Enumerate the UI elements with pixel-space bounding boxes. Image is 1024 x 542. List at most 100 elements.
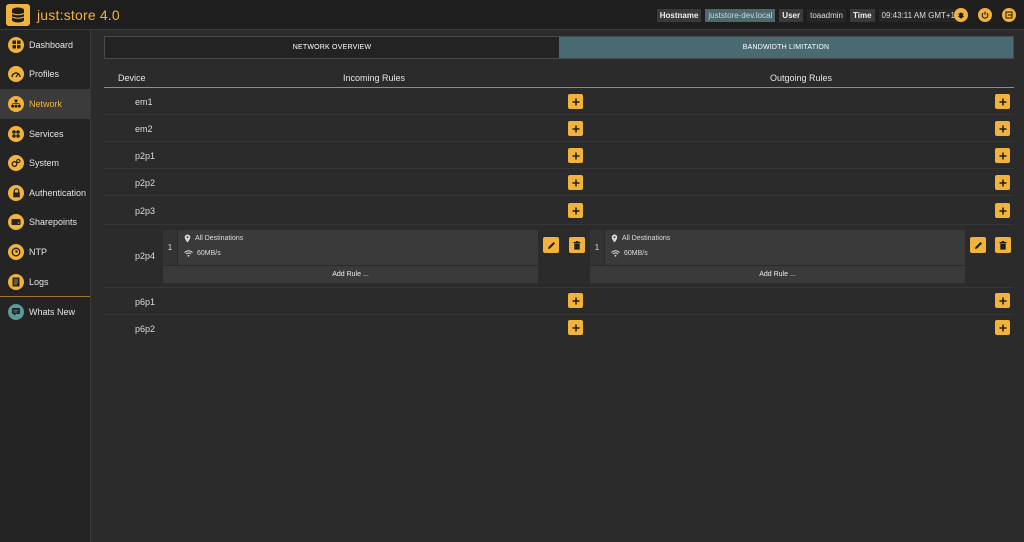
gears-icon [8, 155, 24, 172]
power-icon[interactable] [978, 8, 992, 22]
table-header: Device Incoming Rules Outgoing Rules [104, 70, 1014, 88]
services-icon [8, 125, 24, 142]
dashboard-icon [8, 36, 24, 53]
chat-icon [8, 304, 24, 321]
add-outgoing-rule-button[interactable]: Add Rule ... [590, 266, 965, 283]
sidebar-item-system[interactable]: System [0, 148, 90, 178]
add-outgoing-rule-button[interactable] [995, 148, 1010, 163]
add-incoming-rule-button[interactable] [568, 203, 583, 218]
wifi-icon [184, 250, 193, 257]
sidebar-item-label: Whats New [29, 307, 76, 318]
table-row: p2p1 [104, 142, 1014, 169]
add-incoming-rule-button[interactable] [568, 320, 583, 335]
location-pin-icon [184, 234, 191, 243]
delete-incoming-rule-button[interactable] [569, 237, 585, 253]
sidebar-item-services[interactable]: Services [0, 119, 90, 149]
time-label: Time [850, 9, 875, 22]
main-content: NETWORK OVERVIEW BANDWIDTH LIMITATION De… [91, 30, 1024, 542]
device-name: p6p1 [135, 297, 156, 307]
delete-outgoing-rule-button[interactable] [995, 237, 1011, 253]
sidebar-item-label: Services [29, 128, 64, 139]
clock-icon [8, 243, 24, 260]
device-name: p2p3 [135, 206, 156, 216]
sidebar-item-whats-new[interactable]: Whats New [0, 297, 90, 327]
sidebar-item-label: System [29, 158, 60, 169]
app-version: 4.0 [99, 7, 120, 23]
table-row-expanded: p2p4 1 All Destinations 60MB/s Add Rule … [104, 225, 1014, 288]
app-logo-icon [6, 4, 30, 26]
rule-rate: 60MB/s [611, 250, 648, 257]
add-outgoing-rule-button[interactable] [995, 121, 1010, 136]
add-incoming-rule-button[interactable] [568, 121, 583, 136]
hostname-value: juststore-dev.local [705, 9, 776, 22]
sidebar-item-label: Sharepoints [29, 217, 78, 228]
sidebar: Dashboard Profiles Network Services Syst… [0, 30, 91, 542]
drive-icon [8, 214, 24, 231]
edit-incoming-rule-button[interactable] [543, 237, 559, 253]
add-incoming-rule-button[interactable] [568, 175, 583, 190]
brand-name: store [63, 7, 96, 23]
edit-outgoing-rule-button[interactable] [970, 237, 986, 253]
network-icon [8, 95, 24, 112]
bug-icon[interactable] [954, 8, 968, 22]
table-row: p6p2 [104, 315, 1014, 342]
add-outgoing-rule-button[interactable] [995, 293, 1010, 308]
sidebar-item-label: Authentication [29, 187, 87, 198]
sidebar-item-label: Network [29, 98, 63, 109]
add-outgoing-rule-button[interactable] [995, 175, 1010, 190]
column-header-device: Device [118, 73, 146, 83]
trash-icon [999, 240, 1007, 250]
tab-bandwidth-limitation[interactable]: BANDWIDTH LIMITATION [559, 37, 1013, 58]
table-row: em2 [104, 115, 1014, 142]
hostname-label: Hostname [656, 9, 702, 22]
rule-rate-text: 60MB/s [197, 250, 221, 257]
sidebar-item-ntp[interactable]: NTP [0, 237, 90, 267]
logout-icon[interactable] [1002, 8, 1016, 22]
user-value: toaadmin [807, 9, 847, 22]
sidebar-item-dashboard[interactable]: Dashboard [0, 30, 90, 60]
brand-just: just [37, 7, 60, 23]
sidebar-item-label: Logs [29, 276, 49, 287]
sidebar-item-sharepoints[interactable]: Sharepoints [0, 208, 90, 238]
device-name: em1 [135, 97, 153, 107]
sidebar-item-logs[interactable]: Logs [0, 267, 90, 297]
add-incoming-rule-button[interactable]: Add Rule ... [163, 266, 538, 283]
device-name: p2p4 [135, 251, 156, 261]
document-icon [8, 273, 24, 290]
pencil-icon [974, 241, 982, 249]
device-name: em2 [135, 124, 153, 134]
rule-number: 1 [163, 230, 178, 265]
rule-destination-text: All Destinations [622, 235, 671, 242]
tab-bar: NETWORK OVERVIEW BANDWIDTH LIMITATION [104, 36, 1014, 59]
outgoing-rule-item[interactable]: 1 All Destinations 60MB/s [590, 230, 965, 265]
add-incoming-rule-button[interactable] [568, 94, 583, 109]
trash-icon [573, 240, 581, 250]
add-outgoing-rule-button[interactable] [995, 94, 1010, 109]
sidebar-item-authentication[interactable]: Authentication [0, 178, 90, 208]
column-header-outgoing: Outgoing Rules [770, 73, 833, 83]
sidebar-item-label: Profiles [29, 69, 60, 80]
sidebar-item-network[interactable]: Network [0, 89, 90, 119]
rule-destination-text: All Destinations [195, 235, 244, 242]
add-outgoing-rule-button[interactable] [995, 203, 1010, 218]
app-brand: just:store 4.0 [37, 7, 120, 23]
table-row: p2p3 [104, 196, 1014, 225]
incoming-rule-item[interactable]: 1 All Destinations 60MB/s [163, 230, 538, 265]
gauge-icon [8, 66, 24, 83]
rule-number: 1 [590, 230, 605, 265]
location-pin-icon [611, 234, 618, 243]
device-name: p2p1 [135, 151, 156, 161]
top-bar: just:store 4.0 Hostname juststore-dev.loc… [0, 0, 1024, 30]
time-value: 09:43:11 AM GMT+1 [878, 9, 958, 22]
add-outgoing-rule-button[interactable] [995, 320, 1010, 335]
column-header-incoming: Incoming Rules [343, 73, 406, 83]
add-incoming-rule-button[interactable] [568, 293, 583, 308]
device-name: p2p2 [135, 178, 156, 188]
rule-destination: All Destinations [611, 234, 670, 243]
wifi-icon [611, 250, 620, 257]
add-incoming-rule-button[interactable] [568, 148, 583, 163]
rule-rate-text: 60MB/s [624, 250, 648, 257]
tab-network-overview[interactable]: NETWORK OVERVIEW [105, 37, 559, 58]
lock-icon [8, 184, 24, 201]
sidebar-item-profiles[interactable]: Profiles [0, 60, 90, 90]
